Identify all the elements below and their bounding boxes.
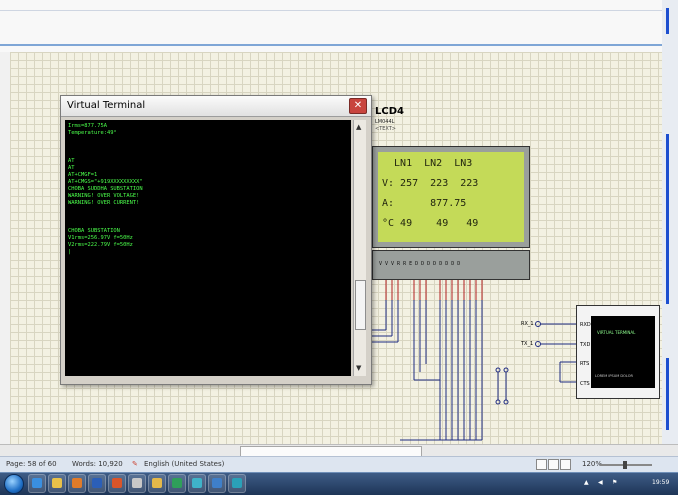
- terminal-scroll-thumb[interactable]: [355, 280, 366, 330]
- word-count[interactable]: Words: 10,920: [72, 460, 123, 468]
- zoom-slider-handle[interactable]: [623, 461, 627, 469]
- clock[interactable]: 19:59: [652, 479, 669, 486]
- ie-icon[interactable]: [28, 474, 46, 493]
- vt-pin-rxd: RXD: [580, 322, 591, 328]
- vt-pin-txd: TXD: [580, 342, 591, 348]
- terminal-line: AT: [68, 158, 75, 164]
- lcd-text-placeholder: <TEXT>: [375, 126, 396, 132]
- vt-pin-cts: CTS: [580, 381, 590, 387]
- virtual-terminal-title: Virtual Terminal: [67, 100, 146, 111]
- app-icon[interactable]: [188, 474, 206, 493]
- vt-component-screen: VIRTUAL TERMINAL LOREM IPSUM DOLOR: [591, 316, 655, 388]
- proofing-icon[interactable]: ✎: [132, 460, 138, 468]
- vt-pin-rts: RTS: [580, 361, 590, 367]
- tx-net-label: TX_1: [521, 341, 534, 347]
- language[interactable]: English (United States): [144, 460, 224, 468]
- virtual-terminal-component[interactable]: RXD TXD RTS CTS VIRTUAL TERMINAL LOREM I…: [576, 305, 660, 399]
- lcd-display[interactable]: LN1 LN2 LN3 V: 257 223 223 A: 877.75 °C …: [372, 146, 530, 248]
- terminal-line: AT+CMGF=1: [68, 172, 98, 178]
- rx-net-label: RX_1: [521, 321, 534, 327]
- lcd-pin-header: V V V R R E D D D D D D D D: [372, 250, 530, 280]
- margin-marker: [666, 134, 669, 304]
- lcd-screen: LN1 LN2 LN3 V: 257 223 223 A: 877.75 °C …: [378, 152, 524, 242]
- scroll-up-icon[interactable]: ▲: [356, 123, 361, 131]
- vt-screen-footer: LOREM IPSUM DOLOR: [595, 374, 633, 378]
- virtual-terminal-window[interactable]: Virtual Terminal ✕ Irms=877.75A Temperatu…: [60, 95, 372, 385]
- lcd-row-4: °C 49 49 49: [382, 218, 479, 229]
- terminal-line: CHOBA SUDDHA SUBSTATION: [68, 186, 143, 192]
- vt-screen-label: VIRTUAL TERMINAL: [597, 330, 636, 335]
- app-icon[interactable]: [228, 474, 246, 493]
- virtual-terminal-titlebar[interactable]: Virtual Terminal ✕: [61, 96, 371, 117]
- word-icon[interactable]: [88, 474, 106, 493]
- terminal-line: |: [68, 249, 72, 255]
- lcd-row-3: A: 877.75: [382, 198, 467, 209]
- terminal-output[interactable]: Irms=877.75A Temperature:49° AT AT AT+CMGF=1…: [65, 120, 351, 376]
- margin-marker: [666, 8, 669, 34]
- flag-icon[interactable]: ⚑: [612, 479, 617, 486]
- web-layout-icon[interactable]: [560, 459, 571, 470]
- terminal-line: V1rms=256.97V f=50Hz: [68, 235, 133, 241]
- folder-icon[interactable]: [148, 474, 166, 493]
- app-icon[interactable]: [208, 474, 226, 493]
- print-layout-icon[interactable]: [536, 459, 547, 470]
- media-icon[interactable]: [68, 474, 86, 493]
- terminal-scrollbar[interactable]: ▲ ▼: [353, 120, 366, 376]
- margin-marker: [666, 358, 669, 430]
- page-count[interactable]: Page: 58 of 60: [6, 460, 57, 468]
- terminal-line: V2rms=222.79V f=50Hz: [68, 242, 133, 248]
- close-icon[interactable]: ✕: [349, 98, 367, 114]
- paint-icon[interactable]: [128, 474, 146, 493]
- terminal-line: Irms=877.75A: [68, 123, 107, 129]
- scroll-down-icon[interactable]: ▼: [356, 364, 361, 372]
- lcd-part-number: LM044L: [375, 119, 395, 125]
- right-margin: [662, 0, 678, 444]
- zoom-level[interactable]: 120%: [582, 460, 602, 468]
- terminal-line: AT: [68, 165, 75, 171]
- volume-icon[interactable]: ◀: [598, 479, 603, 486]
- terminal-line: CHOBA SUBSTATION: [68, 228, 120, 234]
- document-page: LCD4 LM044L <TEXT> LN1 LN2 LN3 V: 257 22…: [0, 0, 678, 444]
- full-screen-icon[interactable]: [548, 459, 559, 470]
- terminal-line: AT+CMGS="+919XXXXXXXXX": [68, 179, 143, 185]
- network-icon[interactable]: ▲: [584, 479, 589, 486]
- status-bar: Page: 58 of 60 Words: 10,920 ✎ English (…: [0, 456, 678, 473]
- proteus-icon[interactable]: [168, 474, 186, 493]
- start-button[interactable]: [4, 474, 24, 494]
- firefox-icon[interactable]: [108, 474, 126, 493]
- lcd-reference: LCD4: [375, 106, 404, 117]
- lcd-pin-labels: V V V R R E D D D D D D D D: [379, 261, 461, 267]
- system-tray: ▲ ◀ ⚑ 19:59: [578, 473, 678, 493]
- lcd-row-1: LN1 LN2 LN3: [382, 158, 473, 169]
- terminal-line: WARNING! OVER CURRENT!: [68, 200, 140, 206]
- explorer-icon[interactable]: [48, 474, 66, 493]
- terminal-line: Temperature:49°: [68, 130, 117, 136]
- lcd-row-2: V: 257 223 223: [382, 178, 479, 189]
- terminal-line: WARNING! OVER VOLTAGE!: [68, 193, 140, 199]
